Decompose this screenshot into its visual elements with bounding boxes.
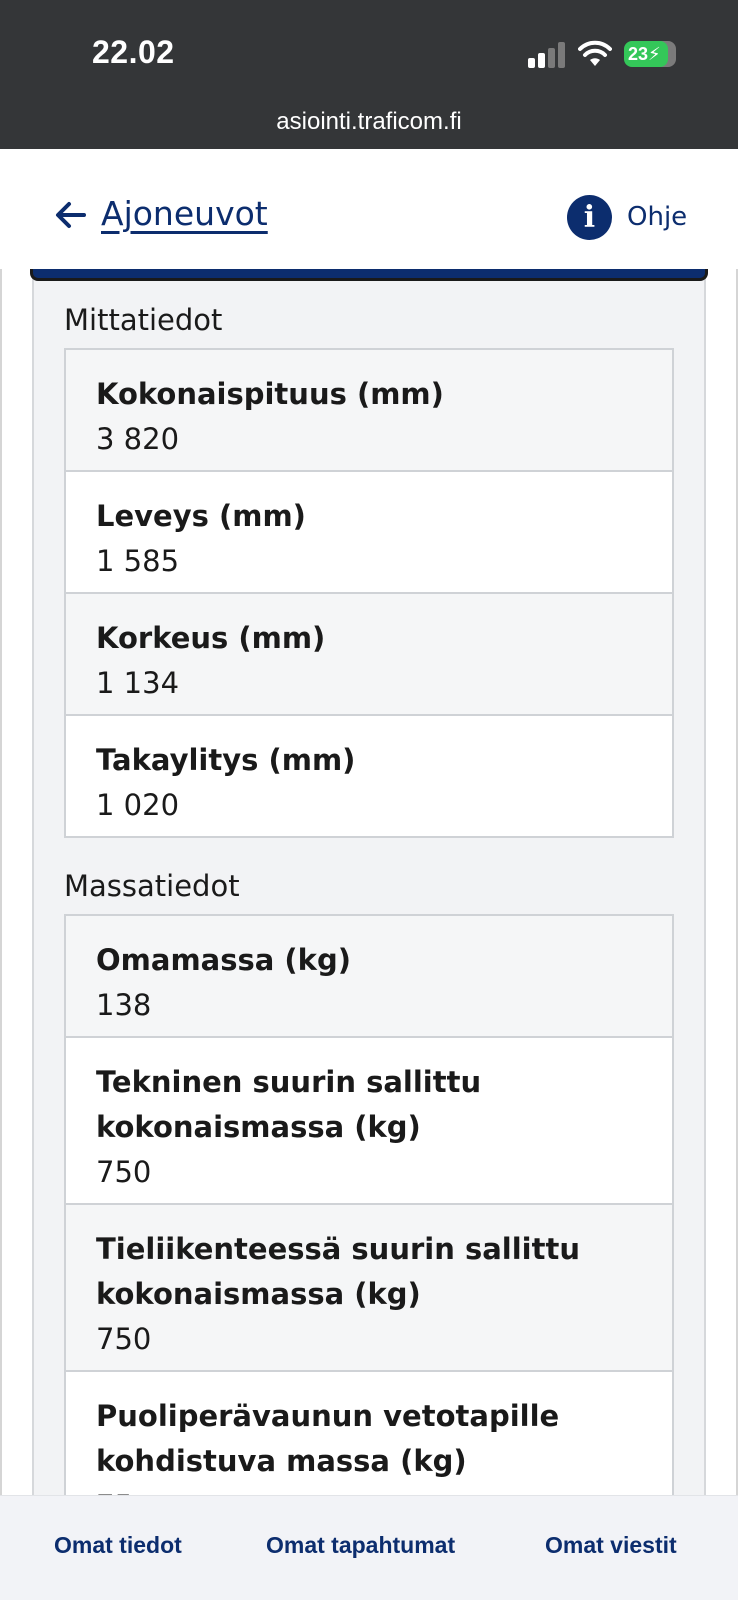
data-value: 1 020 — [96, 788, 180, 822]
status-bar: 22.02 23⚡ asiointi.traficom.fi — [0, 0, 738, 149]
battery-level: 23 — [628, 44, 649, 64]
data-label: Puoliperävaunun vetotapille kohdistuva m… — [96, 1399, 560, 1478]
nav-omat-viestit[interactable]: Omat viestit — [545, 1532, 677, 1559]
nav-omat-tiedot[interactable]: Omat tiedot — [54, 1532, 182, 1559]
page-border-left — [0, 269, 2, 1495]
nav-omat-tapahtumat[interactable]: Omat tapahtumat — [266, 1532, 455, 1559]
back-arrow-icon[interactable] — [54, 198, 88, 232]
list-item: Leveys (mm) 1 585 — [66, 470, 672, 592]
section-heading-mass: Massatiedot — [64, 869, 240, 903]
dimensions-list: Kokonaispituus (mm) 3 820 Leveys (mm) 1 … — [64, 348, 674, 838]
data-value: 750 — [96, 1322, 152, 1356]
data-value: 3 820 — [96, 422, 180, 456]
data-value: 750 — [96, 1155, 152, 1189]
data-label: Tekninen suurin sallittu kokonaismassa (… — [96, 1065, 482, 1144]
list-item: Takaylitys (mm) 1 020 — [66, 714, 672, 836]
list-item: Tieliikenteessä suurin sallittu kokonais… — [66, 1203, 672, 1370]
data-value: 138 — [96, 988, 152, 1022]
data-value: 75 — [96, 1484, 642, 1495]
data-label: Omamassa (kg) — [96, 943, 351, 977]
data-value: 1 585 — [96, 544, 180, 578]
list-item: Korkeus (mm) 1 134 — [66, 592, 672, 714]
list-item: Tekninen suurin sallittu kokonaismassa (… — [66, 1036, 672, 1203]
data-label: Takaylitys (mm) — [96, 743, 356, 777]
data-label: Leveys (mm) — [96, 499, 306, 533]
url-bar[interactable]: asiointi.traficom.fi — [0, 108, 738, 136]
mass-list: Omamassa (kg) 138 Tekninen suurin sallit… — [64, 914, 674, 1495]
data-value: 1 134 — [96, 666, 180, 700]
help-link[interactable]: Ohje — [627, 202, 687, 232]
info-icon[interactable]: i — [567, 195, 612, 240]
section-heading-dimensions: Mittatiedot — [64, 303, 223, 337]
status-time: 22.02 — [92, 34, 175, 70]
data-label: Kokonaispituus (mm) — [96, 377, 444, 411]
list-item: Kokonaispituus (mm) 3 820 — [66, 350, 672, 470]
card-top-bar — [30, 269, 708, 281]
data-label: Tieliikenteessä suurin sallittu kokonais… — [96, 1232, 580, 1311]
data-label: Korkeus (mm) — [96, 621, 326, 655]
bottom-nav: Omat tiedot Omat tapahtumat Omat viestit — [0, 1495, 738, 1600]
content-area[interactable]: Mittatiedot Kokonaispituus (mm) 3 820 Le… — [0, 269, 738, 1495]
cellular-signal-icon — [528, 42, 568, 68]
list-item: Puoliperävaunun vetotapille kohdistuva m… — [66, 1370, 672, 1495]
list-item: Omamassa (kg) 138 — [66, 916, 672, 1036]
back-link[interactable]: Ajoneuvot — [101, 194, 268, 233]
wifi-icon — [578, 40, 612, 66]
battery-icon: 23⚡ — [624, 41, 674, 67]
